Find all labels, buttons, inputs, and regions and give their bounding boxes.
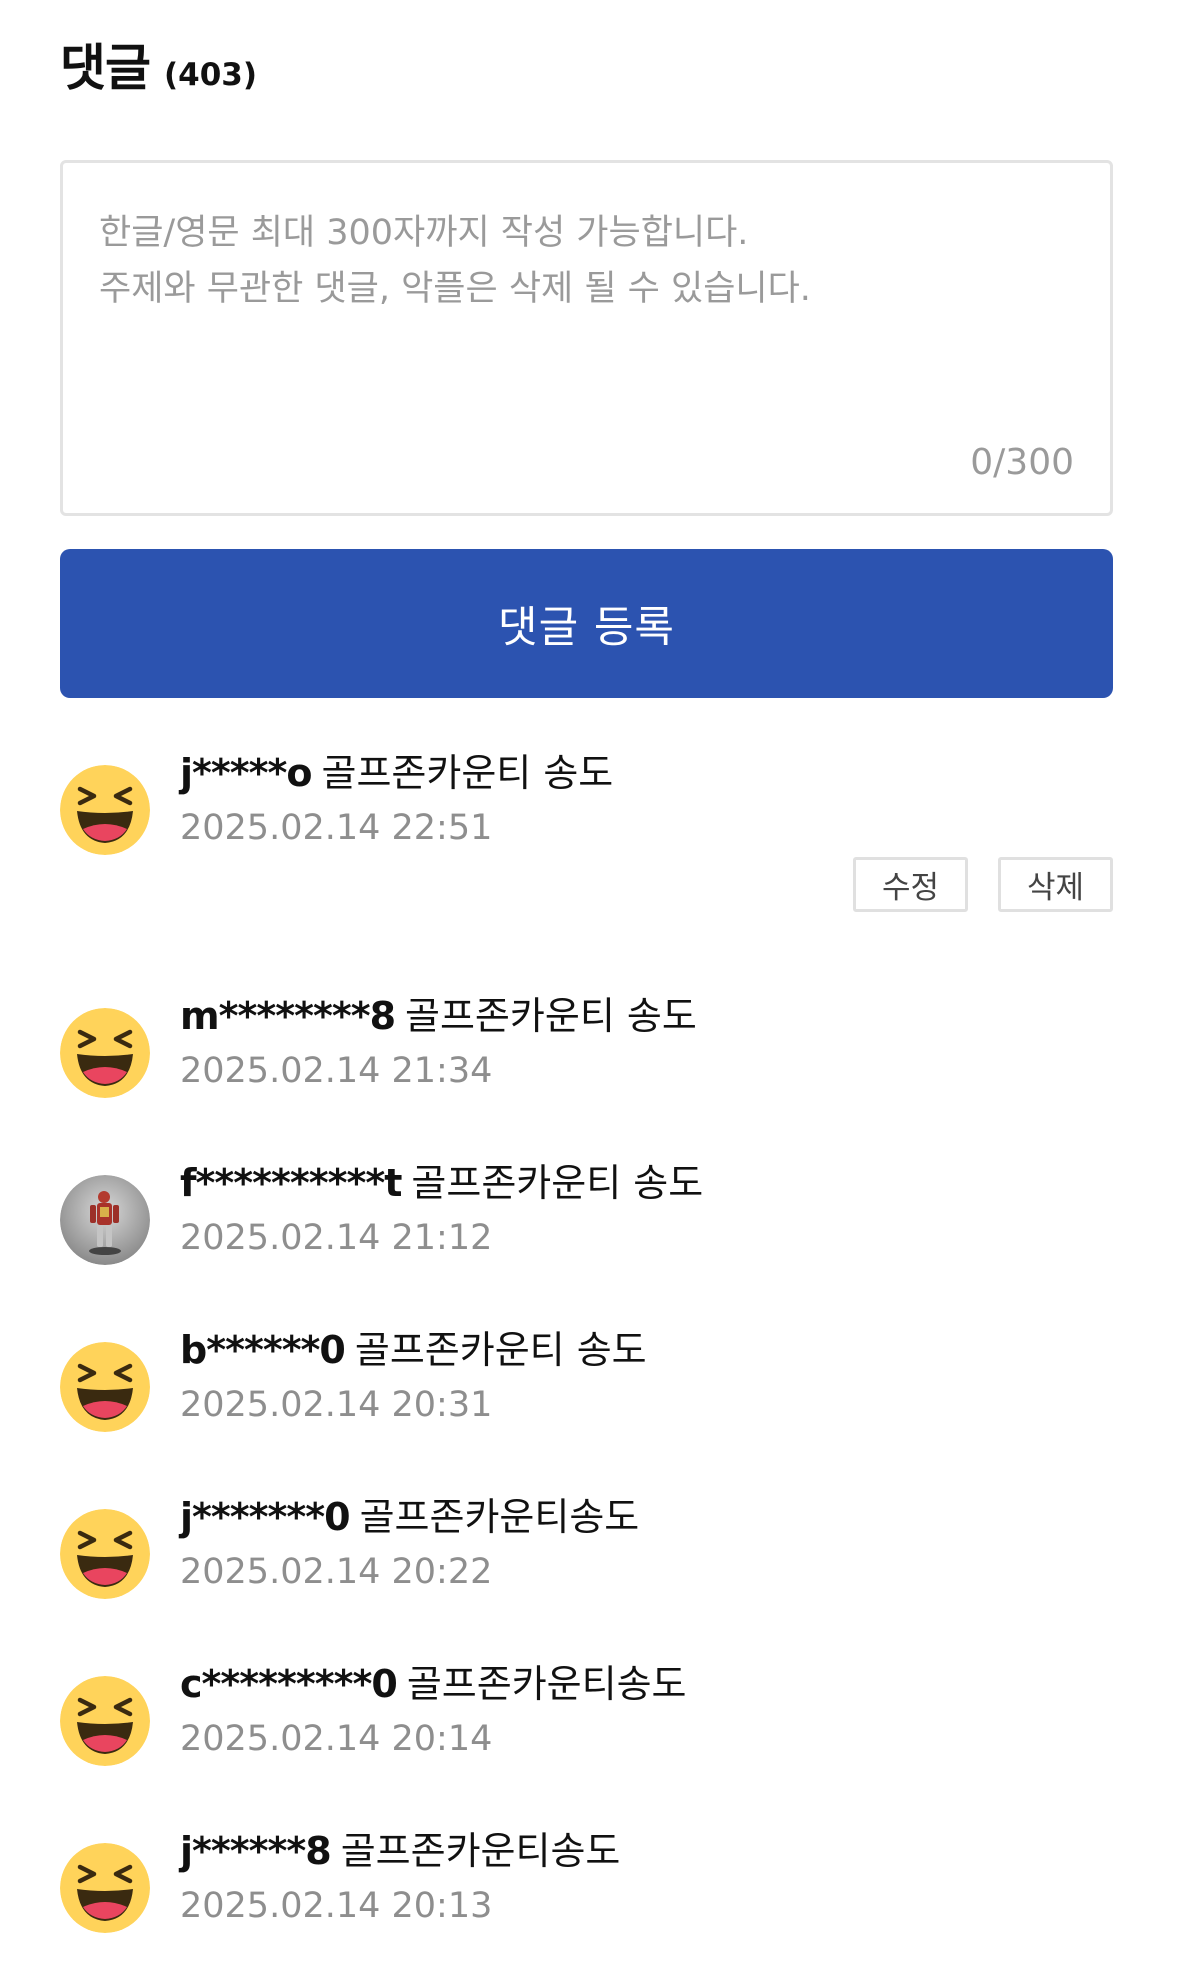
comment-date: 2025.02.14 20:13 xyxy=(180,1886,493,1926)
comment-item: c*********0 골프존카운티송도 2025.02.14 20:14 xyxy=(60,1662,1113,1796)
comment-item: j******8 골프존카운티송도 2025.02.14 20:13 xyxy=(60,1829,1113,1963)
comment-item: b******0 골프존카운티 송도 2025.02.14 20:31 xyxy=(60,1328,1113,1462)
comment-meta: f**********t 골프존카운티 송도 2025.02.14 21:12 xyxy=(180,1157,703,1263)
comment-text: 골프존카운티송도 xyxy=(406,1662,687,1706)
laughing-emoji-icon xyxy=(60,1342,150,1432)
comment-meta: c*********0 골프존카운티송도 2025.02.14 20:14 xyxy=(180,1658,687,1764)
comment-text: 골프존카운티송도 xyxy=(359,1495,640,1539)
character-counter: 0/300 xyxy=(970,442,1074,483)
comment-text: 골프존카운티송도 xyxy=(340,1829,621,1873)
comment-author: j*****o xyxy=(180,751,312,795)
submit-comment-button[interactable]: 댓글 등록 xyxy=(60,549,1113,698)
edit-button[interactable]: 수정 xyxy=(853,857,968,912)
comments-title: 댓글 xyxy=(60,39,151,97)
comment-date: 2025.02.14 21:34 xyxy=(180,1051,493,1091)
comment-item: j*****o 골프존카운티 송도 2025.02.14 22:51 수정 삭제 xyxy=(60,751,1113,912)
comment-actions: 수정 삭제 xyxy=(853,857,1113,912)
laughing-emoji-icon xyxy=(60,1843,150,1933)
comment-meta: j******8 골프존카운티송도 2025.02.14 20:13 xyxy=(180,1825,620,1931)
comments-count: (403) xyxy=(164,57,258,93)
laughing-emoji-icon xyxy=(60,765,150,855)
comment-author: f**********t xyxy=(180,1161,402,1205)
laughing-emoji-icon xyxy=(60,1676,150,1766)
comment-date: 2025.02.14 20:31 xyxy=(180,1385,493,1425)
comment-text: 골프존카운티 송도 xyxy=(321,751,614,795)
comment-date: 2025.02.14 22:51 xyxy=(180,808,493,848)
comment-author: c*********0 xyxy=(180,1662,398,1706)
comment-meta: b******0 골프존카운티 송도 2025.02.14 20:31 xyxy=(180,1324,647,1430)
comment-input-placeholder: 한글/영문 최대 300자까지 작성 가능합니다. 주제와 무관한 댓글, 악플… xyxy=(99,213,811,309)
comment-author: j*******0 xyxy=(180,1495,351,1539)
comment-text: 골프존카운티 송도 xyxy=(354,1328,647,1372)
comment-author: b******0 xyxy=(180,1328,346,1372)
comment-text: 골프존카운티 송도 xyxy=(405,994,697,1038)
laughing-emoji-icon xyxy=(60,1509,150,1599)
comment-date: 2025.02.14 20:22 xyxy=(180,1552,493,1592)
comment-meta: j*****o 골프존카운티 송도 2025.02.14 22:51 xyxy=(180,747,613,853)
comment-author: j******8 xyxy=(180,1829,332,1873)
comment-item: j*******0 골프존카운티송도 2025.02.14 20:22 xyxy=(60,1495,1113,1629)
comment-input[interactable]: 한글/영문 최대 300자까지 작성 가능합니다. 주제와 무관한 댓글, 악플… xyxy=(60,160,1113,516)
delete-button[interactable]: 삭제 xyxy=(998,857,1113,912)
profile-photo-avatar xyxy=(60,1175,150,1265)
comment-item: m********8 골프존카운티 송도 2025.02.14 21:34 xyxy=(60,994,1113,1128)
comments-header: 댓글 (403) xyxy=(60,28,257,98)
comment-text: 골프존카운티 송도 xyxy=(411,1161,704,1205)
comment-item: f**********t 골프존카운티 송도 2025.02.14 21:12 xyxy=(60,1161,1113,1295)
comment-meta: j*******0 골프존카운티송도 2025.02.14 20:22 xyxy=(180,1491,639,1597)
comment-meta: m********8 골프존카운티 송도 2025.02.14 21:34 xyxy=(180,990,697,1096)
comment-date: 2025.02.14 21:12 xyxy=(180,1218,493,1258)
laughing-emoji-icon xyxy=(60,1008,150,1098)
comment-date: 2025.02.14 20:14 xyxy=(180,1719,493,1759)
comment-author: m********8 xyxy=(180,994,396,1038)
